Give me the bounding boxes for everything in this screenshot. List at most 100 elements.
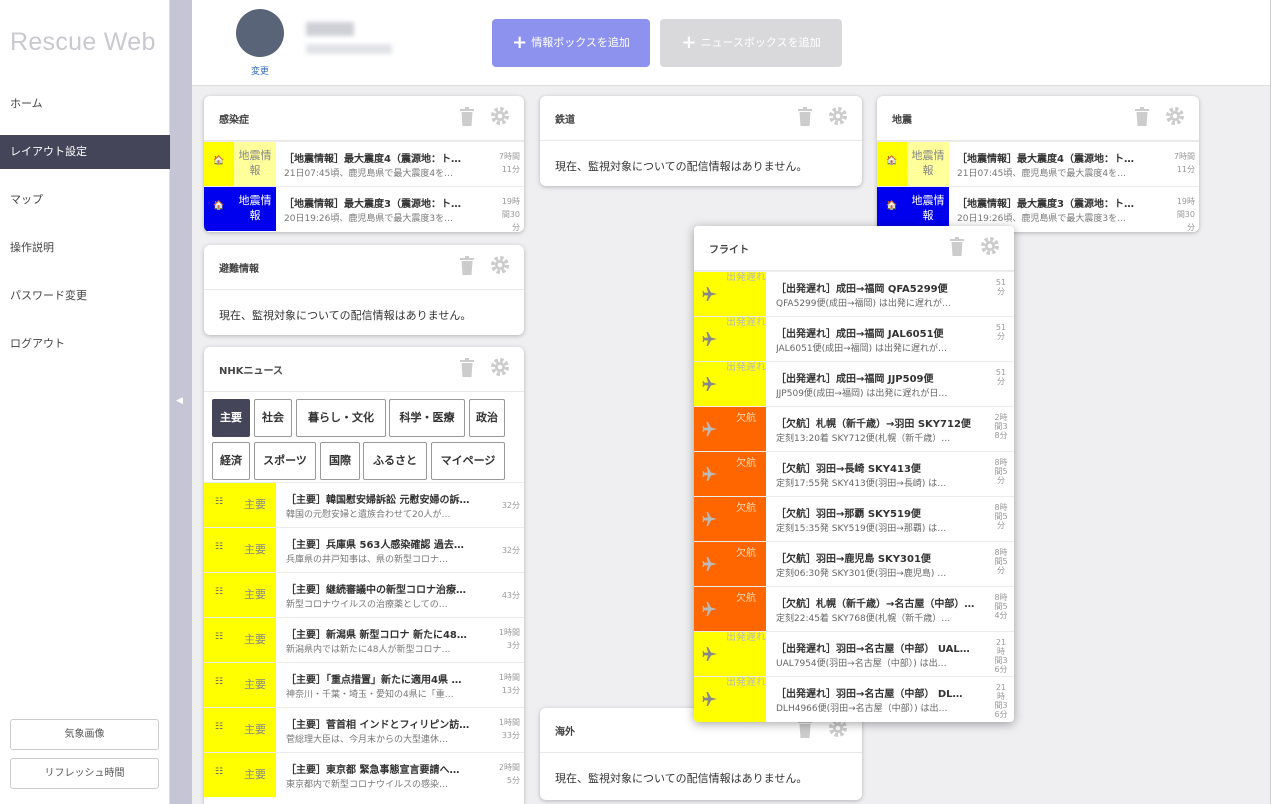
list-item[interactable]: 出発遅れ ［出発遅れ］羽田→名古屋（中部） UAL… UAL7954便(羽田→名…: [694, 631, 1014, 677]
tab-keizai[interactable]: 経済: [212, 442, 250, 480]
item-headline: ［欠航］羽田→鹿児島 SKY301便: [776, 554, 931, 565]
list-item[interactable]: 🏠 地震情報 ［地震情報］最大震度3（震源地：ト… 20日19:26頃、鹿児島県…: [877, 186, 1199, 232]
table-row[interactable]: ☷ 主要 ［主要］「重点措置」新たに適用4県 … 神奈川・千葉・埼玉・愛知の4県…: [204, 662, 524, 707]
gear-icon[interactable]: [980, 236, 1000, 256]
trash-icon[interactable]: [950, 237, 964, 256]
quake-icon: 🏠: [877, 142, 907, 186]
list-item[interactable]: 🏠 地震情報 ［地震情報］最大震度3（震源地：ト… 20日19:26頃、鹿児島県…: [204, 186, 524, 232]
add-info-box-button[interactable]: + 情報ボックスを追加: [492, 19, 650, 67]
list-item[interactable]: 欠航 ［欠航］羽田→長崎 SKY413便 定刻17:55発 SKY413便(羽田…: [694, 451, 1014, 497]
tab-kokusai[interactable]: 国際: [320, 442, 360, 480]
table-row[interactable]: ☷ 主要 ［主要］菅首相 インドとフィリピン訪… 菅総理大臣は、今月末からの大型…: [204, 707, 524, 752]
item-detail: 菅総理大臣は、今月末からの大型連休…: [286, 735, 449, 745]
trash-icon[interactable]: [460, 358, 474, 377]
item-detail: 21日07:45頃、鹿児島県で最大震度4を…: [957, 169, 1127, 179]
plus-icon: +: [681, 32, 697, 53]
sidebar-item-password[interactable]: パスワード変更: [0, 279, 170, 313]
item-time: 1時間3分: [498, 628, 520, 650]
item-headline: ［出発遅れ］成田→福岡 QFA5299便: [776, 284, 948, 295]
item-detail: 新型コロナウイルスの治療薬としての…: [286, 600, 448, 610]
list-item[interactable]: 🏠 地震情報 ［地震情報］最大震度4（震源地：ト… 21日07:45頃、鹿児島県…: [877, 141, 1199, 186]
card-title: 避難情報: [219, 264, 259, 275]
user-sub-blurred: [306, 44, 392, 54]
sidebar-item-logout[interactable]: ログアウト: [0, 327, 170, 361]
gear-icon[interactable]: [490, 357, 510, 377]
quake-icon: 🏠: [877, 187, 907, 231]
status-badge: 欠航: [726, 452, 766, 497]
trash-icon[interactable]: [798, 107, 812, 126]
list-item[interactable]: 欠航 ［欠航］羽田→那覇 SKY519便 定刻15:35発 SKY519便(羽田…: [694, 496, 1014, 542]
list-item[interactable]: 欠航 ［欠航］札幌（新千歳）→名古屋（中部）… 定刻22:45着 SKY768便…: [694, 586, 1014, 632]
item-headline: ［主要］菅首相 インドとフィリピン訪…: [286, 720, 470, 731]
item-headline: ［欠航］羽田→那覇 SKY519便: [776, 509, 921, 520]
table-row[interactable]: ☷ 主要 ［主要］韓国慰安婦訴訟 元慰安婦の訴… 韓国の元慰安婦と遺族合わせて2…: [204, 482, 524, 527]
gear-icon[interactable]: [490, 106, 510, 126]
window-edge: [1270, 0, 1276, 804]
tab-seiji[interactable]: 政治: [469, 399, 505, 437]
list-item[interactable]: 欠航 ［欠航］札幌（新千歳）→羽田 SKY712便 定刻13:20着 SKY71…: [694, 406, 1014, 452]
sidebar-item-help[interactable]: 操作説明: [0, 231, 170, 265]
card-title: 海外: [555, 727, 575, 738]
refresh-time-button[interactable]: リフレッシュ時間: [10, 758, 159, 789]
status-badge: 地震情報: [907, 187, 949, 231]
item-headline: ［主要］新潟県 新型コロナ 新たに48…: [286, 630, 467, 641]
empty-message: 現在、監視対象についての配信情報はありません。: [555, 160, 808, 173]
news-icon: ☷: [204, 528, 234, 572]
item-detail: 兵庫県の井戸知事は、県の新型コロナ…: [286, 555, 449, 565]
item-detail: 神奈川・千葉・埼玉・愛知の4県に「重…: [286, 690, 454, 700]
item-headline: ［地震情報］最大震度4（震源地：ト…: [284, 154, 461, 165]
item-headline: ［主要］「重点措置」新たに適用4県 …: [286, 675, 462, 686]
sidebar-item-map[interactable]: マップ: [0, 183, 170, 217]
table-row[interactable]: ☷ 主要 ［主要］新潟県 新型コロナ 新たに48… 新潟県内では新たに48人が新…: [204, 617, 524, 662]
chevron-left-icon[interactable]: ◀: [176, 396, 183, 406]
table-row[interactable]: ☷ 主要 ［主要］継続審議中の新型コロナ治療… 新型コロナウイルスの治療薬として…: [204, 572, 524, 617]
item-headline: ［主要］継続審議中の新型コロナ治療…: [286, 585, 466, 596]
weather-image-button[interactable]: 気象画像: [10, 719, 159, 750]
tab-mypage[interactable]: マイページ: [431, 442, 505, 480]
item-detail: UAL7954便(羽田→名古屋（中部）) は出…: [776, 659, 947, 669]
item-headline: ［地震情報］最大震度3（震源地：ト…: [284, 199, 461, 210]
tab-sports[interactable]: スポーツ: [254, 442, 316, 480]
add-news-box-button[interactable]: + ニュースボックスを追加: [660, 19, 842, 67]
list-item[interactable]: 🏠 地震情報 ［地震情報］最大震度4（震源地：ト… 21日07:45頃、鹿児島県…: [204, 141, 524, 186]
list-item[interactable]: 出発遅れ ［出発遅れ］羽田→名古屋（中部） DL… DLH4966便(羽田→名古…: [694, 676, 1014, 722]
airplane-icon: [694, 317, 726, 362]
card-flight[interactable]: フライト 出発遅れ ［出発遅れ］成田→福岡 QFA5299便 QFA5299便(…: [694, 226, 1014, 722]
table-row[interactable]: ☷ 主要 ［主要］東京都 緊急事態宣言要請へ… 東京都内で新型コロナウイルスの感…: [204, 752, 524, 797]
tab-kurashi[interactable]: 暮らし・文化: [296, 399, 386, 437]
avatar[interactable]: [236, 9, 284, 57]
tab-shuyo[interactable]: 主要: [212, 399, 250, 437]
sidebar-item-layout[interactable]: レイアウト設定: [0, 135, 170, 169]
list-item[interactable]: 出発遅れ ［出発遅れ］成田→福岡 JAL6051便 JAL6051便(成田→福岡…: [694, 316, 1014, 362]
item-headline: ［欠航］札幌（新千歳）→名古屋（中部）…: [776, 599, 975, 610]
tab-furusato[interactable]: ふるさと: [363, 442, 427, 480]
gear-icon[interactable]: [490, 255, 510, 275]
gear-icon[interactable]: [828, 106, 848, 126]
item-time: 7時間11分: [498, 152, 520, 174]
airplane-icon: [694, 452, 726, 497]
status-badge: 地震情報: [907, 142, 949, 186]
sidebar-collapse-bar[interactable]: ◀: [170, 0, 192, 804]
tab-shakai[interactable]: 社会: [254, 399, 292, 437]
trash-icon[interactable]: [1135, 107, 1149, 126]
table-row[interactable]: ☷ 主要 ［主要］兵庫県 563人感染確認 過去… 兵庫県の井戸知事は、県の新型…: [204, 527, 524, 572]
sidebar-item-home[interactable]: ホーム: [0, 87, 170, 121]
user-name-blurred: [306, 22, 354, 36]
quake-icon: 🏠: [204, 142, 234, 186]
card-jishin: 地震 🏠 地震情報 ［地震情報］最大震度4（震源地：ト… 21日07:45頃、鹿…: [877, 96, 1199, 232]
list-item[interactable]: 出発遅れ ［出発遅れ］成田→福岡 QFA5299便 QFA5299便(成田→福岡…: [694, 271, 1014, 317]
gear-icon[interactable]: [1165, 106, 1185, 126]
trash-icon[interactable]: [460, 107, 474, 126]
list-item[interactable]: 出発遅れ ［出発遅れ］成田→福岡 JJP509便 JJP509便(成田→福岡) …: [694, 361, 1014, 407]
list-item[interactable]: 欠航 ［欠航］羽田→鹿児島 SKY301便 定刻06:30発 SKY301便(羽…: [694, 541, 1014, 587]
item-headline: ［出発遅れ］成田→福岡 JAL6051便: [776, 329, 944, 340]
item-time: 19時間30分: [501, 197, 520, 232]
item-time: 43分: [501, 591, 520, 600]
trash-icon[interactable]: [460, 256, 474, 275]
airplane-icon: [694, 407, 726, 452]
sidebar: Rescue Web ホーム レイアウト設定 マップ 操作説明 パスワード変更 …: [0, 0, 170, 804]
item-headline: ［地震情報］最大震度3（震源地：ト…: [957, 199, 1134, 210]
tab-kagaku[interactable]: 科学・医療: [389, 399, 465, 437]
avatar-change-link[interactable]: 変更: [244, 64, 276, 77]
news-icon: ☷: [204, 618, 234, 662]
